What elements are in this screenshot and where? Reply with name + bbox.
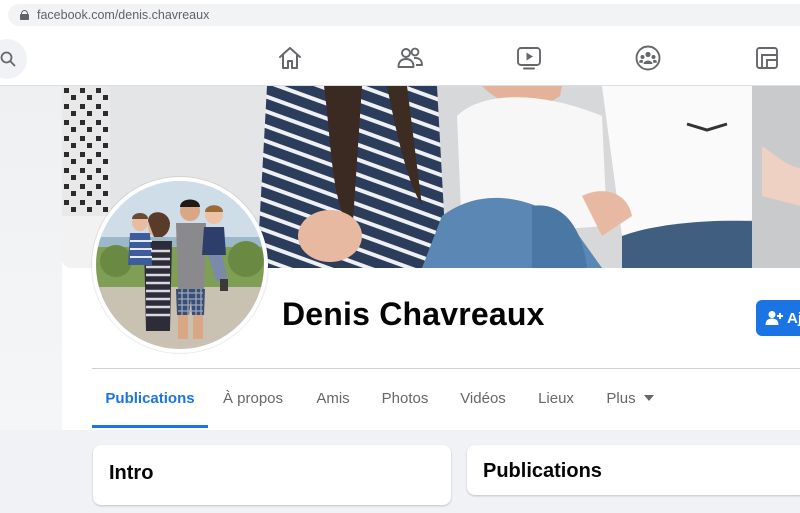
profile-divider xyxy=(92,368,800,369)
add-friend-button[interactable]: Aj xyxy=(756,300,800,336)
tab-videos[interactable]: Vidéos xyxy=(450,373,516,427)
tab-publications[interactable]: Publications xyxy=(92,373,208,428)
page-margin xyxy=(0,86,62,430)
friends-icon[interactable] xyxy=(396,44,424,72)
posts-card: Publications xyxy=(467,445,800,495)
groups-icon[interactable] xyxy=(634,44,662,72)
tab-label: Lieux xyxy=(538,390,574,407)
browser-address-bar: facebook.com/denis.chavreaux xyxy=(0,0,800,30)
search-icon xyxy=(0,51,16,67)
tab-label: Photos xyxy=(381,390,429,407)
tab-friends[interactable]: Amis xyxy=(304,373,362,427)
intro-card: Intro xyxy=(93,445,451,505)
gaming-icon[interactable] xyxy=(753,44,781,72)
lock-icon[interactable] xyxy=(20,10,29,20)
url-field[interactable]: facebook.com/denis.chavreaux xyxy=(8,4,800,26)
tab-photos[interactable]: Photos xyxy=(372,373,438,427)
profile-picture[interactable] xyxy=(92,177,268,353)
tab-label: À propos xyxy=(222,390,284,407)
top-navigation-bar xyxy=(0,30,800,86)
url-text[interactable]: facebook.com/denis.chavreaux xyxy=(37,8,209,22)
tab-label: Amis xyxy=(316,390,350,407)
add-friend-label: Aj xyxy=(787,309,800,327)
profile-picture-image xyxy=(96,181,264,349)
home-icon[interactable] xyxy=(276,44,304,72)
tab-about[interactable]: À propos xyxy=(210,373,296,427)
tab-label: Vidéos xyxy=(460,390,506,407)
tab-more[interactable]: Plus xyxy=(598,373,662,427)
profile-name: Denis Chavreaux xyxy=(282,296,545,332)
tab-places[interactable]: Lieux xyxy=(528,373,584,427)
add-friend-icon xyxy=(765,311,783,325)
caret-down-icon xyxy=(643,395,654,402)
search-button[interactable] xyxy=(0,39,27,79)
intro-title: Intro xyxy=(109,462,154,484)
active-tab-indicator xyxy=(92,425,208,428)
tab-label: Plus xyxy=(606,390,636,407)
tab-label: Publications xyxy=(105,390,195,407)
watch-icon[interactable] xyxy=(515,44,543,72)
posts-title: Publications xyxy=(483,460,602,482)
